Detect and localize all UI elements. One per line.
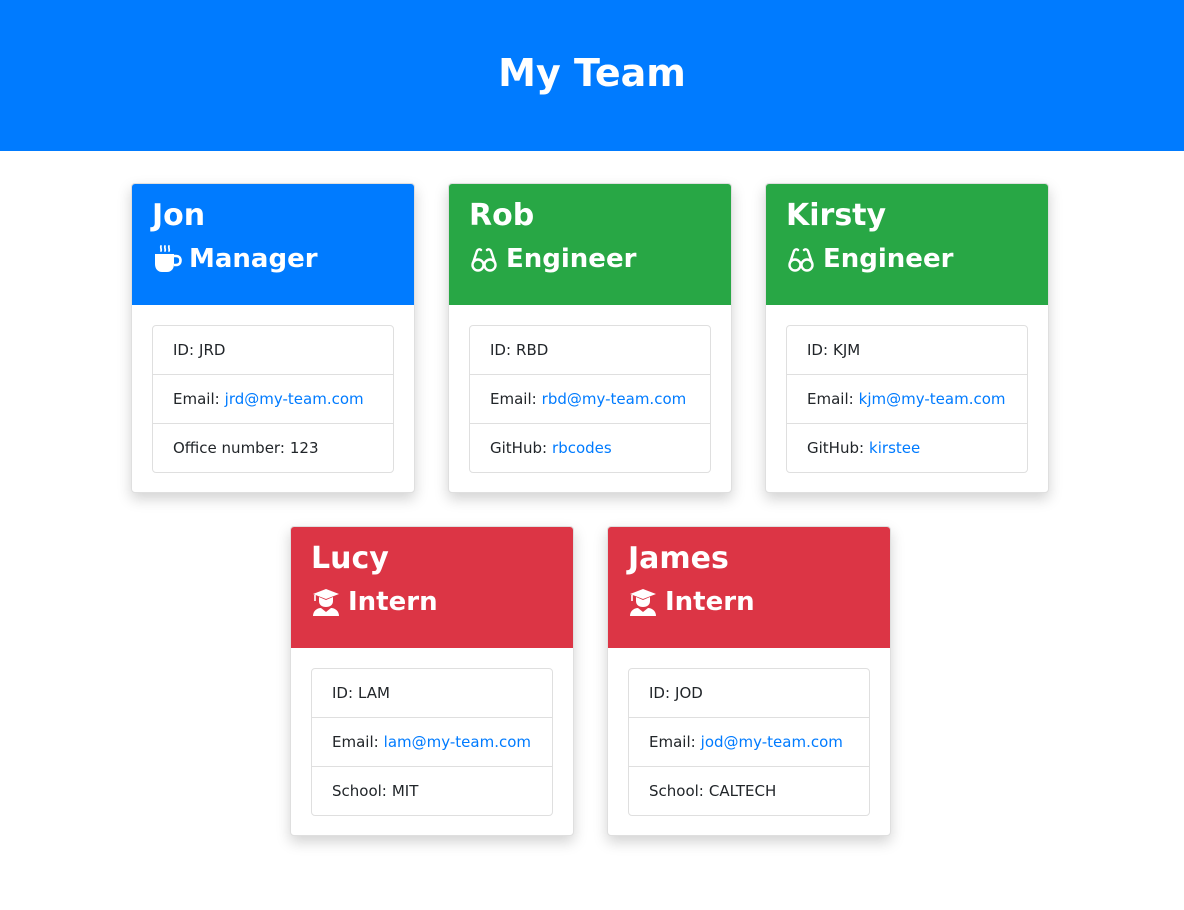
school-value: CALTECH — [708, 782, 777, 800]
employee-name: Jon — [152, 198, 206, 233]
email-row: Email: lam@my-team.com — [312, 718, 552, 767]
github-row: GitHub: kirstee — [787, 424, 1027, 472]
office-row: Office number: 123 — [153, 424, 393, 472]
office-label: Office number: — [173, 439, 285, 457]
email-row: Email: jrd@my-team.com — [153, 375, 393, 424]
email-link[interactable]: lam@my-team.com — [384, 733, 531, 751]
id-label: ID: — [807, 341, 829, 359]
school-row: School: MIT — [312, 767, 552, 815]
office-value: 123 — [289, 439, 319, 457]
github-label: GitHub: — [490, 439, 548, 457]
glasses-icon — [469, 244, 499, 274]
id-value: LAM — [358, 684, 390, 702]
email-label: Email: — [807, 390, 854, 408]
id-row: ID: JRD — [153, 326, 393, 375]
employee-name: Lucy — [311, 541, 389, 576]
employee-role: Manager — [152, 244, 394, 274]
email-label: Email: — [332, 733, 379, 751]
email-link[interactable]: rbd@my-team.com — [542, 390, 687, 408]
role-label: Engineer — [506, 244, 637, 274]
employee-name: Kirsty — [786, 198, 887, 233]
details-list: ID: RBD Email: rbd@my-team.com GitHub: rbco… — [469, 325, 711, 473]
employee-role: Engineer — [469, 244, 711, 274]
details-list: ID: JRD Email: jrd@my-team.com Office numb… — [152, 325, 394, 473]
employee-card-lucy: Lucy Intern ID: LAM Email: lam@my-team.com — [290, 526, 574, 836]
employee-card-jon: Jon Manager ID: JRD Email: jrd@my-team.com… — [131, 183, 415, 493]
page-header: My Team — [0, 0, 1184, 151]
employee-role: Intern — [628, 587, 870, 617]
email-link[interactable]: jod@my-team.com — [701, 733, 843, 751]
details-list: ID: JOD Email: jod@my-team.com School: CALT… — [628, 668, 870, 816]
github-link[interactable]: rbcodes — [552, 439, 612, 457]
school-row: School: CALTECH — [629, 767, 869, 815]
role-label: Manager — [189, 244, 318, 274]
school-value: MIT — [391, 782, 419, 800]
role-label: Intern — [665, 587, 755, 617]
github-link[interactable]: kirstee — [869, 439, 920, 457]
id-value: RBD — [516, 341, 549, 359]
email-link[interactable]: jrd@my-team.com — [225, 390, 364, 408]
email-label: Email: — [173, 390, 220, 408]
employee-name: James — [628, 541, 729, 576]
github-label: GitHub: — [807, 439, 865, 457]
id-row: ID: LAM — [312, 669, 552, 718]
employee-role: Intern — [311, 587, 553, 617]
id-value: KJM — [833, 341, 861, 359]
email-link[interactable]: kjm@my-team.com — [859, 390, 1006, 408]
email-row: Email: jod@my-team.com — [629, 718, 869, 767]
school-label: School: — [332, 782, 387, 800]
graduate-icon — [311, 587, 341, 617]
card-header: Kirsty Engineer — [766, 184, 1048, 305]
email-label: Email: — [490, 390, 537, 408]
email-row: Email: rbd@my-team.com — [470, 375, 710, 424]
id-label: ID: — [649, 684, 671, 702]
role-label: Engineer — [823, 244, 954, 274]
id-label: ID: — [332, 684, 354, 702]
id-value: JRD — [199, 341, 226, 359]
employee-card-rob: Rob Engineer ID: RBD Email: rbd@my-team.co… — [448, 183, 732, 493]
id-row: ID: RBD — [470, 326, 710, 375]
employee-card-james: James Intern ID: JOD Email: jod@my-team.co… — [607, 526, 891, 836]
id-row: ID: JOD — [629, 669, 869, 718]
glasses-icon — [786, 244, 816, 274]
details-list: ID: KJM Email: kjm@my-team.com GitHub: kirs… — [786, 325, 1028, 473]
card-header: James Intern — [608, 527, 890, 648]
id-row: ID: KJM — [787, 326, 1027, 375]
school-label: School: — [649, 782, 704, 800]
id-label: ID: — [490, 341, 512, 359]
coffee-icon — [152, 244, 182, 274]
employee-role: Engineer — [786, 244, 1028, 274]
card-header: Lucy Intern — [291, 527, 573, 648]
github-row: GitHub: rbcodes — [470, 424, 710, 472]
details-list: ID: LAM Email: lam@my-team.com School: MIT — [311, 668, 553, 816]
employee-card-kirsty: Kirsty Engineer ID: KJM Email: kjm@my-team… — [765, 183, 1049, 493]
card-header: Rob Engineer — [449, 184, 731, 305]
employee-name: Rob — [469, 198, 535, 233]
id-label: ID: — [173, 341, 195, 359]
id-value: JOD — [675, 684, 703, 702]
email-label: Email: — [649, 733, 696, 751]
card-header: Jon Manager — [132, 184, 414, 305]
email-row: Email: kjm@my-team.com — [787, 375, 1027, 424]
role-label: Intern — [348, 587, 438, 617]
graduate-icon — [628, 587, 658, 617]
page-title: My Team — [498, 50, 686, 95]
